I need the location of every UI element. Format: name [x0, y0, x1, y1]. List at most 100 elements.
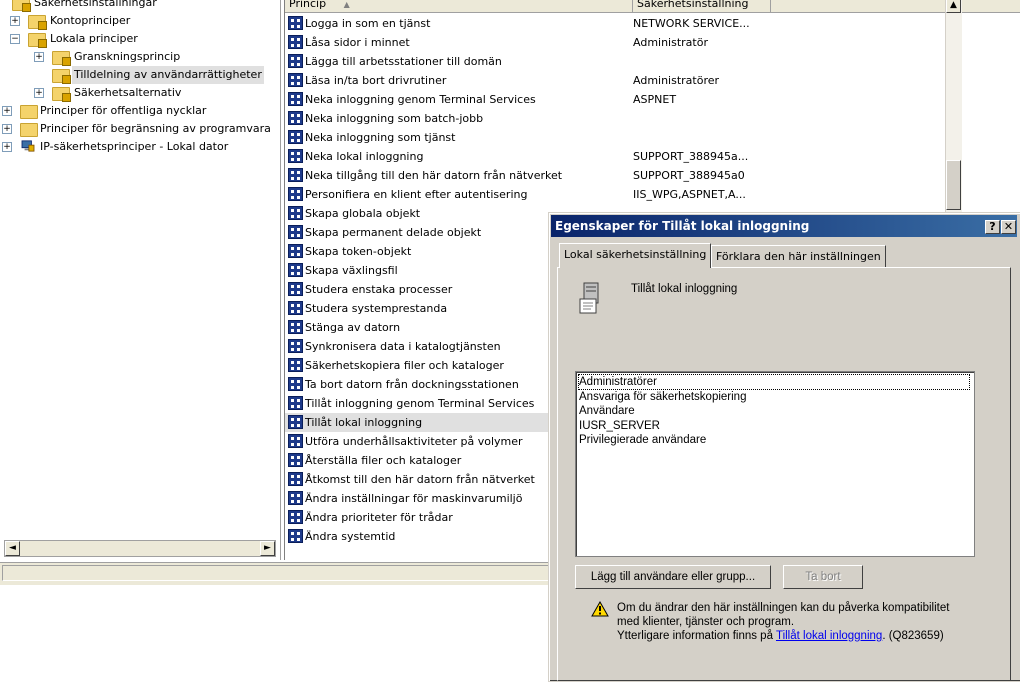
policy-row[interactable]: Neka inloggning genom Terminal Services A… [285, 90, 945, 109]
column-header-label: Säkerhetsinställning [637, 0, 749, 10]
member-item[interactable]: Användare [579, 404, 635, 418]
ip-security-icon [21, 140, 35, 152]
policy-row[interactable]: Logga in som en tjänst NETWORK SERVICE... [285, 14, 945, 33]
policy-folder-icon [28, 33, 47, 48]
warning-icon [591, 601, 609, 617]
tree-label: Lokala principer [50, 32, 138, 45]
policy-icon [288, 377, 303, 391]
policy-name-label: Tillåt lokal inloggning [631, 283, 738, 295]
properties-dialog[interactable]: Egenskaper för Tillåt lokal inloggning ?… [548, 212, 1020, 682]
warning-line: med klienter, tjänster och program. [617, 616, 795, 628]
policy-name: Synkronisera data i katalogtjänsten [305, 340, 501, 353]
policy-icon [288, 206, 303, 220]
folder-icon [20, 105, 38, 119]
column-header-label: Princip [289, 0, 327, 10]
expand-icon[interactable]: + [10, 16, 20, 26]
policy-setting: Administratörer [633, 74, 720, 87]
policy-folder-icon [52, 51, 71, 66]
policy-icon [288, 54, 303, 68]
policy-name: Stänga av datorn [305, 321, 401, 334]
policy-name: Skapa permanent delade objekt [305, 226, 482, 239]
policy-icon [288, 35, 303, 49]
help-link[interactable]: Tillåt lokal inloggning [776, 630, 882, 642]
policy-name: Ta bort datorn från dockningsstationen [305, 378, 519, 391]
help-icon[interactable]: ? [985, 220, 1000, 234]
policy-icon [288, 168, 303, 182]
policy-row[interactable]: Neka lokal inloggning SUPPORT_388945a... [285, 147, 945, 166]
expand-icon[interactable]: + [34, 88, 44, 98]
warning-line: Ytterligare information finns på Tillåt … [617, 629, 1007, 643]
policy-setting: IIS_WPG,ASPNET,A... [633, 188, 746, 201]
policy-folder-icon [52, 69, 71, 84]
policy-name: Låsa sidor i minnet [305, 36, 410, 49]
policy-icon [288, 491, 303, 505]
tab-explain-setting[interactable]: Förklara den här inställningen [711, 245, 886, 267]
policy-folder-icon [52, 87, 71, 102]
policy-name: Skapa växlingsfil [305, 264, 398, 277]
expand-icon[interactable]: + [34, 52, 44, 62]
tab-local-security-setting[interactable]: Lokal säkerhetsinställning [559, 243, 712, 268]
tree-label: Principer för offentliga nycklar [40, 104, 207, 117]
status-pane [2, 565, 550, 581]
tree-label: Granskningsprincip [74, 50, 181, 63]
column-header-setting[interactable]: Säkerhetsinställning [633, 0, 771, 12]
column-header-policy[interactable]: Princip ▲ [285, 0, 633, 12]
expand-icon[interactable]: + [2, 142, 12, 152]
policy-name: Tillåt inloggning genom Terminal Service… [305, 397, 535, 410]
member-item[interactable]: Administratörer [578, 374, 970, 390]
policy-row[interactable]: Neka tillgång till den här datorn från n… [285, 166, 945, 185]
policy-name: Ändra inställningar för maskinvarumiljö [305, 492, 523, 505]
tree-label: Säkerhetsinställningar [34, 0, 157, 9]
policy-name: Studera enstaka processer [305, 283, 453, 296]
policy-icon [288, 187, 303, 201]
policy-name: Ändra prioriteter för trådar [305, 511, 453, 524]
policy-name: Lägga till arbetsstationer till domän [305, 55, 502, 68]
policy-row[interactable]: Lägga till arbetsstationer till domän [285, 52, 945, 71]
policy-icon [288, 130, 303, 144]
expand-icon[interactable]: + [2, 106, 12, 116]
policy-name: Utföra underhållsaktiviteter på volymer [305, 435, 523, 448]
scroll-thumb[interactable] [946, 160, 961, 210]
scroll-left-arrow-icon[interactable]: ◄ [5, 541, 20, 556]
policy-setting: Administratör [633, 36, 708, 49]
policy-name: Åtkomst till den här datorn från nätverk… [305, 473, 535, 486]
scroll-right-arrow-icon[interactable]: ► [260, 541, 275, 556]
policy-row[interactable]: Personifiera en klient efter autentiseri… [285, 185, 945, 204]
members-listbox[interactable]: Administratörer Ansvariga för säkerhetsko… [575, 371, 975, 557]
dialog-title: Egenskaper för Tillåt lokal inloggning [555, 219, 810, 233]
close-icon[interactable]: ✕ [1001, 220, 1016, 234]
policy-row[interactable]: Läsa in/ta bort drivrutiner Administratör… [285, 71, 945, 90]
expand-icon[interactable]: + [2, 124, 12, 134]
console-tree[interactable]: Säkerhetsinställningar + Kontoprinciper … [0, 0, 281, 560]
member-item[interactable]: Ansvariga för säkerhetskopiering [579, 390, 746, 404]
dialog-title-bar[interactable]: Egenskaper för Tillåt lokal inloggning ?… [551, 215, 1017, 237]
policy-name: Tillåt lokal inloggning [305, 416, 423, 429]
policy-row[interactable]: Neka inloggning som batch-jobb [285, 109, 945, 128]
policy-setting: ASPNET [633, 93, 677, 106]
warning-prefix: Ytterligare information finns på [617, 630, 776, 642]
policy-icon [288, 149, 303, 163]
policy-setting: SUPPORT_388945a... [633, 150, 749, 163]
member-item[interactable]: Privilegierade användare [579, 433, 706, 447]
policy-icon [288, 453, 303, 467]
policy-row[interactable]: Låsa sidor i minnet Administratör [285, 33, 945, 52]
policy-icon [288, 510, 303, 524]
policy-name: Logga in som en tjänst [305, 17, 431, 30]
tree-label: Säkerhetsalternativ [74, 86, 182, 99]
policy-icon [288, 358, 303, 372]
scroll-up-arrow-icon[interactable]: ▲ [946, 0, 961, 13]
collapse-icon[interactable]: − [10, 34, 20, 44]
policy-row[interactable]: Neka inloggning som tjänst [285, 128, 945, 147]
member-item[interactable]: IUSR_SERVER [579, 419, 660, 433]
policy-icon [288, 263, 303, 277]
tree-label: Kontoprinciper [50, 14, 131, 27]
policy-icon [288, 92, 303, 106]
tree-horizontal-scrollbar[interactable]: ◄ ► [4, 540, 276, 557]
remove-button[interactable]: Ta bort [783, 565, 863, 589]
tree-label-selected: Tilldelning av användarrättigheter [72, 66, 264, 84]
policy-icon [288, 396, 303, 410]
warning-suffix: . (Q823659) [882, 630, 944, 642]
add-user-or-group-button[interactable]: Lägg till användare eller grupp... [575, 565, 771, 589]
policy-server-icon [579, 282, 599, 314]
button-label: Ta bort [805, 571, 841, 583]
